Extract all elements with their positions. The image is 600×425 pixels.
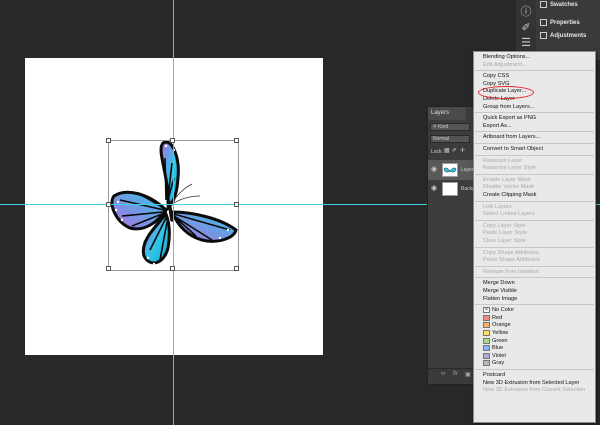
menu-item-enable-layer-mask: Enable Layer Mask xyxy=(483,176,531,183)
menu-separator xyxy=(475,265,594,267)
visibility-eye-icon[interactable]: ◉ xyxy=(431,184,437,192)
menu-item-copy-layer-style: Copy Layer Style xyxy=(483,222,526,229)
properties-icon[interactable] xyxy=(540,19,547,26)
menu-item-merge-down[interactable]: Merge Down xyxy=(483,280,515,287)
search-icon: ⚲ xyxy=(433,124,437,130)
menu-item-artboard-from-layers[interactable]: Artboard from Layers... xyxy=(483,134,540,141)
menu-item-orange[interactable]: Orange xyxy=(492,322,511,329)
menu-item-green[interactable]: Green xyxy=(492,338,508,345)
visibility-eye-icon[interactable]: ◉ xyxy=(431,165,437,173)
menu-item-violet[interactable]: Violet xyxy=(492,353,506,360)
menu-separator xyxy=(475,112,594,114)
menu-item-gray[interactable]: Gray xyxy=(492,360,504,367)
color-swatch-icon: × xyxy=(483,307,490,314)
highlight-annotation-ring xyxy=(478,86,534,99)
transform-handle[interactable] xyxy=(106,202,111,207)
menu-item-edit-adjustment: Edit Adjustment... xyxy=(483,61,527,68)
menu-item-merge-visible[interactable]: Merge Visible xyxy=(483,288,517,295)
menu-item-paste-shape-attributes: Paste Shape Attributes xyxy=(483,257,540,264)
sliders-icon[interactable]: ☰ xyxy=(520,37,532,49)
info-icon[interactable]: ⓘ xyxy=(520,6,532,18)
menu-item-export-as[interactable]: Export As... xyxy=(483,123,512,130)
lock-paint-icon[interactable]: ✐ xyxy=(452,147,457,154)
menu-item-copy-css[interactable]: Copy CSS xyxy=(483,73,509,80)
menu-separator xyxy=(475,369,594,370)
menu-separator xyxy=(475,131,594,133)
menu-item-copy-shape-attributes: Copy Shape Attributes xyxy=(483,249,539,256)
color-swatch-icon xyxy=(483,345,490,352)
brush-icon[interactable]: ✐ xyxy=(520,22,532,34)
color-swatch-icon xyxy=(483,352,490,359)
menu-separator xyxy=(475,200,594,202)
layer-name[interactable]: Layer xyxy=(461,167,474,173)
menu-separator xyxy=(475,219,594,221)
color-swatch-icon xyxy=(483,322,490,329)
swatches-icon[interactable] xyxy=(540,1,547,8)
transform-handle[interactable] xyxy=(234,138,239,143)
menu-separator xyxy=(475,246,594,248)
menu-separator xyxy=(475,143,594,144)
menu-item-clear-layer-style: Clear Layer Style xyxy=(483,238,526,244)
panel-tab-adjustments[interactable]: Adjustments xyxy=(550,33,586,39)
transform-handle[interactable] xyxy=(106,266,111,271)
link-icon[interactable]: ∞ xyxy=(441,371,445,377)
adjustments-icon[interactable] xyxy=(540,32,547,39)
menu-separator xyxy=(475,173,594,175)
menu-item-no-color[interactable]: No Color xyxy=(492,307,514,314)
menu-item-quick-export-as-png[interactable]: Quick Export as PNG xyxy=(483,115,536,122)
lock-pixels-icon[interactable]: ▦ xyxy=(444,147,450,154)
menu-separator xyxy=(475,304,594,306)
layer-thumbnail xyxy=(442,163,458,177)
transform-handle[interactable] xyxy=(234,202,239,207)
menu-item-rasterize-layer-style: Rasterize Layer Style xyxy=(483,165,537,172)
menu-item-convert-to-smart-object[interactable]: Convert to Smart Object xyxy=(483,146,543,153)
transform-handle[interactable] xyxy=(234,266,239,271)
color-swatch-icon xyxy=(483,330,490,336)
lock-position-icon[interactable]: ✛ xyxy=(460,147,465,154)
menu-separator xyxy=(475,154,594,156)
lock-label: Lock: xyxy=(431,149,443,155)
transform-handle[interactable] xyxy=(106,138,111,143)
menu-item-link-layers: Link Layers xyxy=(483,203,512,210)
transform-bounding-box[interactable] xyxy=(106,138,239,271)
menu-item-paste-layer-style: Paste Layer Style xyxy=(483,230,527,237)
menu-item-group-from-layers[interactable]: Group from Layers... xyxy=(483,104,534,111)
menu-item-disable-vector-mask: Disable Vector Mask xyxy=(483,184,534,191)
menu-item-yellow[interactable]: Yellow xyxy=(492,330,508,337)
butterfly-thumbnail-icon xyxy=(443,167,457,173)
transform-handle[interactable] xyxy=(170,138,175,143)
menu-item-new-3d-extrusion-from-selected-layer[interactable]: New 3D Extrusion from Selected Layer xyxy=(483,380,579,387)
fx-icon[interactable]: fx xyxy=(453,371,458,377)
layers-tab[interactable]: Layers xyxy=(428,107,466,120)
menu-item-create-clipping-mask[interactable]: Create Clipping Mask xyxy=(483,192,536,199)
panel-tab-swatches[interactable]: Swatches xyxy=(550,2,578,8)
mask-icon[interactable]: ▣ xyxy=(465,371,471,378)
color-swatch-icon xyxy=(483,337,490,344)
menu-item-rasterize-layer: Rasterize Layer xyxy=(483,157,523,164)
menu-separator xyxy=(475,70,594,72)
color-swatch-icon xyxy=(483,360,490,367)
menu-item-new-3d-extrusion-from-current-selection: New 3D Extrusion from Current Selection xyxy=(483,387,586,394)
menu-item-red[interactable]: Red xyxy=(492,315,502,322)
menu-item-blending-options[interactable]: Blending Options... xyxy=(483,54,530,61)
transform-handle[interactable] xyxy=(170,266,175,271)
background-thumbnail xyxy=(442,182,458,196)
menu-item-blue[interactable]: Blue xyxy=(492,345,503,352)
menu-item-release-from-isolation: Release from Isolation xyxy=(483,268,539,275)
layer-filter-select[interactable]: ⚲ Kind xyxy=(430,123,470,131)
filter-kind-value: Kind xyxy=(438,124,449,130)
color-swatch-icon xyxy=(483,314,490,321)
menu-item-postcard[interactable]: Postcard xyxy=(483,372,505,379)
menu-item-flatten-image[interactable]: Flatten Image xyxy=(483,296,517,303)
blend-mode-select[interactable]: Normal xyxy=(430,135,470,143)
menu-item-select-linked-layers: Select Linked Layers xyxy=(483,211,535,218)
menu-separator xyxy=(475,277,594,279)
panel-tab-properties[interactable]: Properties xyxy=(550,20,580,26)
